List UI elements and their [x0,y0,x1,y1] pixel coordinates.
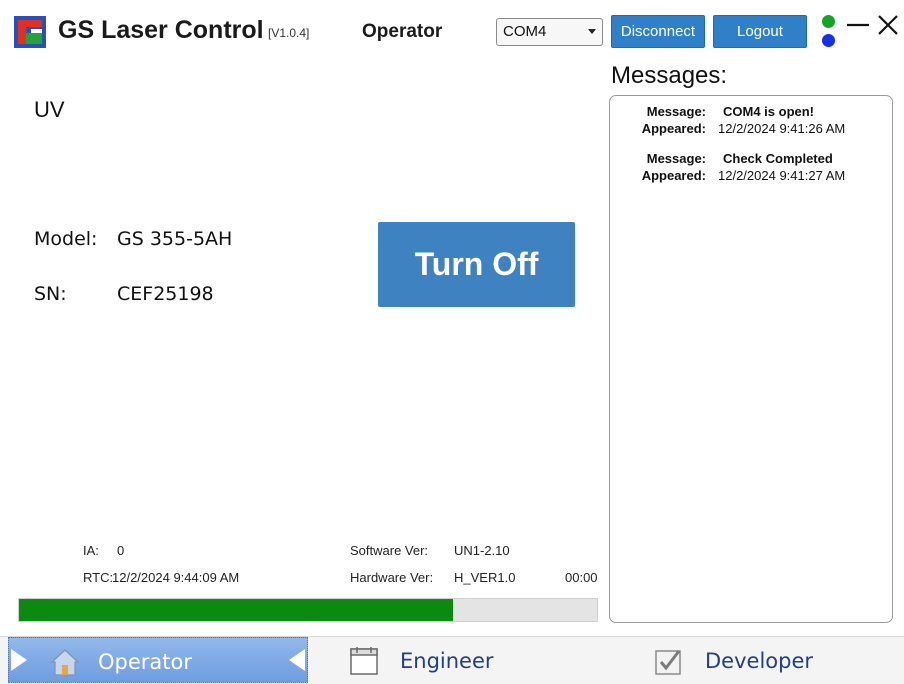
software-version-value: UN1-2.10 [454,543,510,558]
minimize-icon[interactable] [845,12,871,38]
ia-label: IA: [83,543,99,558]
gs-logo-icon [14,16,46,48]
message-time: 12/2/2024 9:41:26 AM [718,121,846,136]
arrow-left-icon [289,649,305,671]
laser-type-label: UV [34,97,65,122]
disconnect-button[interactable]: Disconnect [611,15,705,48]
rtc-value: 12/2/2024 9:44:09 AM [112,570,240,585]
close-icon[interactable] [875,12,901,38]
message-key: Message: [646,151,706,166]
tab-developer[interactable]: Developer [640,637,904,683]
chevron-down-icon [588,29,596,34]
message-text: Check Completed [723,151,833,166]
connection-status-indicator [822,15,835,28]
home-icon [50,649,80,676]
messages-panel[interactable]: Message: COM4 is open! Appeared: 12/2/20… [609,95,893,623]
timer-value: 00:00 [565,570,598,585]
logout-button[interactable]: Logout [713,15,807,48]
appeared-key: Appeared: [641,121,706,136]
current-role-label: Operator [362,21,443,42]
app-version: [V1.0.4] [268,26,310,40]
hardware-version-value: H_VER1.0 [454,570,516,585]
serial-number-label: SN: [34,283,67,305]
hardware-version-label: Hardware Ver: [350,570,434,585]
tab-operator-label: Operator [98,650,192,674]
arrow-right-icon [11,649,27,671]
bottom-tab-bar: Operator Engineer Developer [0,636,904,684]
message-item: Message: Check Completed Appeared: 12/2/… [610,143,892,183]
app-title: GS Laser Control [58,16,264,44]
progress-bar [18,598,598,622]
message-item: Message: COM4 is open! Appeared: 12/2/20… [610,96,892,136]
messages-heading: Messages: [611,62,728,89]
model-label: Model: [34,228,98,250]
laser-control-window: GS Laser Control [V1.0.4] Operator COM4 … [0,0,904,684]
tab-engineer-label: Engineer [400,649,494,673]
turn-off-button[interactable]: Turn Off [378,222,575,307]
message-text: COM4 is open! [723,104,815,119]
ia-value: 0 [117,543,125,558]
rtc-label: RTC: [83,570,114,585]
message-time: 12/2/2024 9:41:27 AM [718,168,846,183]
port-select[interactable]: COM4 [496,18,603,46]
tab-engineer[interactable]: Engineer [330,637,590,683]
serial-number-value: CEF25198 [117,283,214,305]
port-select-value: COM4 [503,23,547,40]
progress-bar-fill [19,599,453,621]
activity-status-indicator [822,34,835,47]
software-version-label: Software Ver: [350,543,429,558]
tab-operator[interactable]: Operator [8,637,308,683]
tab-developer-label: Developer [705,649,814,673]
window-icon [350,647,378,675]
message-key: Message: [646,104,706,119]
title-bar: GS Laser Control [V1.0.4] Operator COM4 … [0,0,904,62]
model-value: GS 355-5AH [117,228,233,250]
appeared-key: Appeared: [641,168,706,183]
checkbox-icon [655,650,681,675]
